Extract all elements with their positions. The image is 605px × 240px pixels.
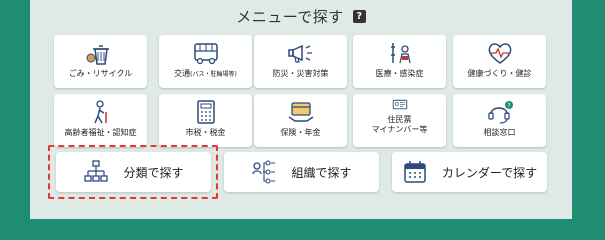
bus-icon — [193, 43, 218, 65]
category-elderly-welfare[interactable]: 高齢者福祉・認知症 — [54, 94, 147, 147]
category-garbage-recycle[interactable]: ごみ・リサイクル — [54, 35, 147, 88]
svg-text:?: ? — [507, 103, 510, 110]
category-label: 高齢者福祉・認知症 — [64, 128, 137, 137]
category-label-line2: マイナンバー等 — [371, 125, 428, 134]
category-label-main: 交通 — [174, 69, 191, 78]
insurance-card-icon — [288, 102, 313, 122]
megaphone-icon — [287, 44, 312, 63]
tax-calculator-icon — [196, 100, 215, 124]
search-by-category-button[interactable]: 分類で探す — [56, 152, 211, 192]
help-icon[interactable]: ? — [352, 9, 366, 23]
search-mode-label: カレンダーで探す — [441, 165, 538, 180]
organization-icon — [252, 160, 276, 184]
category-label: 医療・感染症 — [375, 69, 424, 78]
category-label-line1: 住民票 — [387, 115, 412, 124]
category-label: ごみ・リサイクル — [68, 69, 133, 78]
category-insurance-pension[interactable]: 保険・年金 — [254, 94, 347, 147]
category-health[interactable]: 健康づくり・健診 — [453, 35, 546, 88]
calendar-icon — [404, 161, 426, 183]
menu-header: メニューで探す ? — [30, 4, 572, 28]
category-label: 防災・災害対策 — [272, 69, 329, 78]
headset-icon: ? — [487, 101, 513, 124]
search-by-calendar-button[interactable]: カレンダーで探す — [392, 152, 547, 192]
recycle-icon — [86, 45, 109, 65]
category-label: 健康づくり・健診 — [467, 69, 532, 78]
menu-title: メニューで探す — [236, 7, 344, 26]
search-by-organization-button[interactable]: 組織で探す — [224, 152, 379, 192]
search-mode-label: 分類で探す — [123, 165, 184, 180]
category-label: 交通(バス・駐輪場等) — [174, 69, 237, 80]
category-label: 相談窓口 — [483, 128, 516, 137]
category-label: 市税・税金 — [185, 128, 226, 137]
medical-icon — [390, 43, 411, 64]
elderly-icon — [93, 100, 107, 124]
category-tax[interactable]: 市税・税金 — [159, 94, 252, 147]
id-card-icon — [392, 99, 407, 110]
category-label-sub: (バス・駐輪場等) — [190, 71, 237, 78]
heart-pulse-icon — [488, 43, 511, 64]
menu-panel: メニューで探す ? ごみ・リサイクル 交通(バス・駐輪場等) 防災・災害対策 医… — [30, 0, 572, 219]
category-consultation[interactable]: ? 相談窓口 — [453, 94, 546, 147]
category-resident-certificate[interactable]: 住民票 マイナンバー等 — [353, 94, 446, 147]
category-disaster-prevention[interactable]: 防災・災害対策 — [254, 35, 347, 88]
hierarchy-icon — [84, 160, 109, 182]
category-label: 保険・年金 — [280, 128, 321, 137]
category-medical[interactable]: 医療・感染症 — [353, 35, 446, 88]
category-transport[interactable]: 交通(バス・駐輪場等) — [159, 35, 252, 88]
search-mode-label: 組織で探す — [291, 165, 352, 180]
